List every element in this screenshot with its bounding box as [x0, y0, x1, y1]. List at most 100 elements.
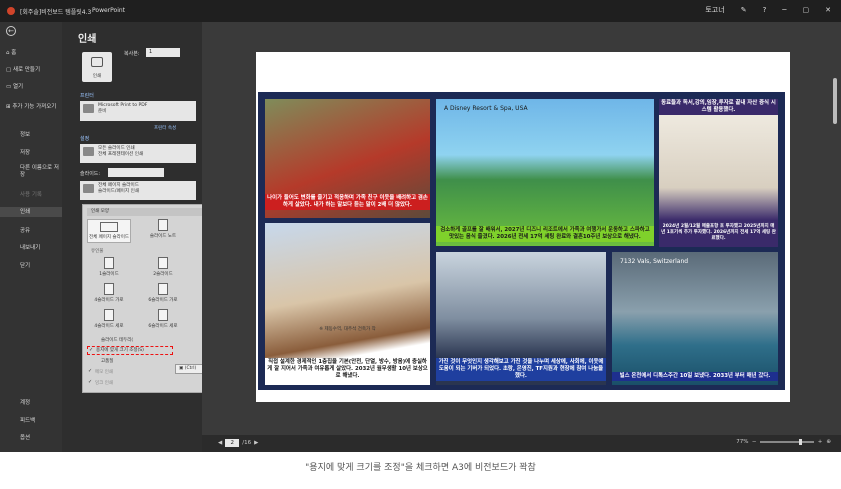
- help-button[interactable]: ?: [763, 6, 767, 14]
- slides-range-icon: [83, 147, 94, 156]
- copies-input[interactable]: 1: [146, 48, 180, 57]
- tile-vals-tag: 7132 Vals, Switzerland: [620, 258, 689, 265]
- handout-icon: [158, 283, 168, 295]
- tile-study-caption: 2024년 2월/12월 매출포항 호 투자했고 2025년까지 매년 1호기씩…: [659, 223, 778, 243]
- zoom-in-button[interactable]: +: [818, 439, 823, 445]
- tile-investment-study: 동료들과 독서,강의,임장,투자로 끝내 자산 증식 시스템 활용했다. 202…: [659, 99, 778, 247]
- nav-history[interactable]: 사용 기록: [20, 190, 42, 198]
- prev-page-button[interactable]: ◀: [218, 440, 222, 446]
- handout-icon: [104, 283, 114, 295]
- handout-4h[interactable]: 4슬라이드 가로: [87, 283, 131, 303]
- zoom-slider[interactable]: [759, 439, 814, 445]
- pen-icon[interactable]: ✎: [741, 6, 747, 14]
- app-name: PowerPoint: [92, 7, 126, 14]
- tile-vals-caption: 빌스 온천에서 디톡스주간 10일 보냈다. 2033년 부터 매년 갔다.: [612, 372, 778, 381]
- tile-vals-spa: 7132 Vals, Switzerland 빌스 온천에서 디톡스주간 10일…: [612, 252, 778, 385]
- printer-status: 준비: [98, 109, 107, 114]
- nav-save[interactable]: 저장: [20, 148, 30, 156]
- tile-disney-caption: 검소하게 골프를 잘 배워서, 2027년 디즈니 리조트에서 가족과 여행가서…: [436, 226, 654, 242]
- print-layout-sub: 슬라이드/페이지 인쇄: [98, 189, 140, 194]
- document-title: [회주솔]비전보드 템플릿4.3: [20, 9, 92, 16]
- minimize-button[interactable]: ─: [782, 6, 786, 14]
- nav-info[interactable]: 정보: [20, 130, 30, 138]
- layout-option-notes[interactable]: 슬라이드 노트: [141, 219, 185, 239]
- nav-addins[interactable]: ⊞ 추가 기능 가져오기: [6, 104, 60, 111]
- nav-new[interactable]: ▢ 새로 만들기: [6, 65, 40, 73]
- restore-button[interactable]: ▢: [803, 6, 810, 14]
- nav-open[interactable]: ▭ 열기: [6, 82, 23, 90]
- settings-section-label: 설정: [80, 136, 90, 142]
- handout-6v[interactable]: 6슬라이드 세로: [141, 309, 185, 329]
- handout-icon: [104, 309, 114, 321]
- tile-disney-resort: A Disney Resort & Spa, USA 검소하게 골프를 잘 배워…: [436, 99, 654, 246]
- layout-option-full-page[interactable]: 전체 페이지 슬라이드: [87, 219, 131, 243]
- nav-close[interactable]: 닫기: [20, 261, 30, 269]
- nav-print[interactable]: 인쇄: [0, 207, 62, 217]
- nav-export[interactable]: 내보내기: [20, 243, 40, 251]
- print-button[interactable]: 인쇄: [82, 52, 112, 82]
- copies-label: 복사본:: [124, 51, 140, 57]
- backstage-nav: ← ⌂ 홈 ▢ 새로 만들기 ▭ 열기 ⊞ 추가 기능 가져오기 정보 저장 다…: [0, 22, 62, 452]
- handout-6h[interactable]: 6슬라이드 가로: [141, 283, 185, 303]
- full-page-slide-icon: [100, 222, 118, 232]
- handouts-title: 유인물: [91, 249, 104, 254]
- figure-caption: "용지에 맞게 크기를 조정"을 체크하면 A3에 비전보드가 꽉참: [305, 463, 536, 473]
- tile-house: ※ 제동수역, 대주석 건축가 작 직접 설계한 경제적인 1층집을 기본(안전…: [265, 223, 430, 385]
- nav-home[interactable]: ⌂ 홈: [6, 48, 16, 56]
- tile-house-overlay: ※ 제동수역, 대주석 건축가 작: [319, 327, 376, 332]
- frame-slides-option[interactable]: 슬라이드 테두리(: [93, 337, 133, 343]
- nav-options[interactable]: 옵션: [20, 433, 30, 441]
- layout-icon: [83, 184, 94, 193]
- scale-to-fit-option[interactable]: 용지에 맞게 크기 조정(S): [87, 346, 173, 355]
- zoom-slider-knob[interactable]: [799, 439, 803, 445]
- page-navigator: ◀ 2 /16 ▶: [218, 439, 258, 447]
- handout-1[interactable]: 1슬라이드: [87, 257, 131, 277]
- title-bar: [회주솔]비전보드 템플릿4.3 PowerPoint 토고너 ✎ ? ─ ▢ …: [0, 0, 841, 22]
- preview-scrollbar[interactable]: [833, 78, 837, 124]
- printer-properties-link[interactable]: 프린터 속성: [154, 125, 176, 131]
- zoom-out-button[interactable]: ─: [752, 439, 755, 445]
- printer-section-label: 프린터: [80, 93, 94, 99]
- nav-account[interactable]: 계정: [20, 398, 30, 406]
- tile-house-caption: 직접 설계한 경제적인 1층집을 기본(안전, 단열, 방수, 방음)에 충실하…: [265, 358, 430, 381]
- nav-feedback[interactable]: 피드백: [20, 416, 35, 424]
- tile-lecture: 가진 것이 무엇인지 생각해보고 가진 것을 나누며 세상에, 사회에, 이웃에…: [436, 252, 606, 385]
- powerpoint-logo-icon: [7, 7, 15, 15]
- zoom-level: 77%: [736, 439, 749, 445]
- handout-icon: [158, 309, 168, 321]
- tile-car: 나이가 들어도 변화를 즐기고 적응하며 가족 친구 이웃을 배려하고 겸손하게…: [265, 99, 430, 218]
- handout-2[interactable]: 2슬라이드: [141, 257, 185, 277]
- nav-share[interactable]: 공유: [20, 226, 30, 234]
- handout-icon: [104, 257, 114, 269]
- page-total: /16: [242, 440, 252, 446]
- print-comments-option[interactable]: 메모 인쇄: [87, 368, 113, 375]
- tile-study-header: 동료들과 독서,강의,임장,투자로 끝내 자산 증식 시스템 활용했다.: [659, 99, 778, 115]
- close-button[interactable]: ✕: [825, 6, 831, 14]
- tile-lecture-caption: 가진 것이 무엇인지 생각해보고 가진 것을 나누며 세상에, 사회에, 이웃에…: [436, 358, 606, 381]
- tile-car-caption: 나이가 들어도 변화를 즐기고 적응하며 가족 친구 이웃을 배려하고 겸손하게…: [265, 194, 430, 210]
- printer-icon: [91, 57, 103, 67]
- slides-label: 슬라이드:: [80, 171, 101, 177]
- print-range-dropdown[interactable]: 모든 슬라이드 인쇄 전체 프레젠테이션 인쇄: [80, 144, 196, 163]
- handout-icon: [158, 257, 168, 269]
- print-layout-dropdown[interactable]: 전체 페이지 슬라이드 슬라이드/페이지 인쇄: [80, 181, 196, 200]
- print-ink-option[interactable]: 잉크 인쇄: [87, 379, 113, 386]
- high-quality-option[interactable]: 고품질: [93, 358, 113, 364]
- status-bar: ◀ 2 /16 ▶ 77% ─ + ⊕: [202, 435, 841, 452]
- clipboard-icon: ▣: [179, 366, 184, 371]
- user-name[interactable]: 토고너: [705, 5, 724, 15]
- tile-disney-tag: A Disney Resort & Spa, USA: [444, 105, 528, 112]
- vision-board: 나이가 들어도 변화를 즐기고 적응하며 가족 친구 이웃을 배려하고 겸손하게…: [258, 92, 785, 390]
- printer-dropdown[interactable]: Microsoft Print to PDF 준비: [80, 101, 196, 121]
- printer-device-icon: [83, 104, 94, 113]
- notes-page-icon: [158, 219, 168, 231]
- handout-4v[interactable]: 4슬라이드 세로: [87, 309, 131, 329]
- fit-to-window-icon[interactable]: ⊕: [826, 439, 831, 445]
- back-arrow-icon[interactable]: ←: [6, 26, 16, 36]
- page-number-input[interactable]: 2: [225, 439, 240, 447]
- nav-save-as[interactable]: 다른 이름으로 저장: [20, 165, 60, 179]
- next-page-button[interactable]: ▶: [254, 440, 258, 446]
- print-heading: 인쇄: [78, 34, 97, 45]
- slides-input[interactable]: [108, 168, 164, 177]
- print-range-sub: 전체 프레젠테이션 인쇄: [98, 152, 144, 157]
